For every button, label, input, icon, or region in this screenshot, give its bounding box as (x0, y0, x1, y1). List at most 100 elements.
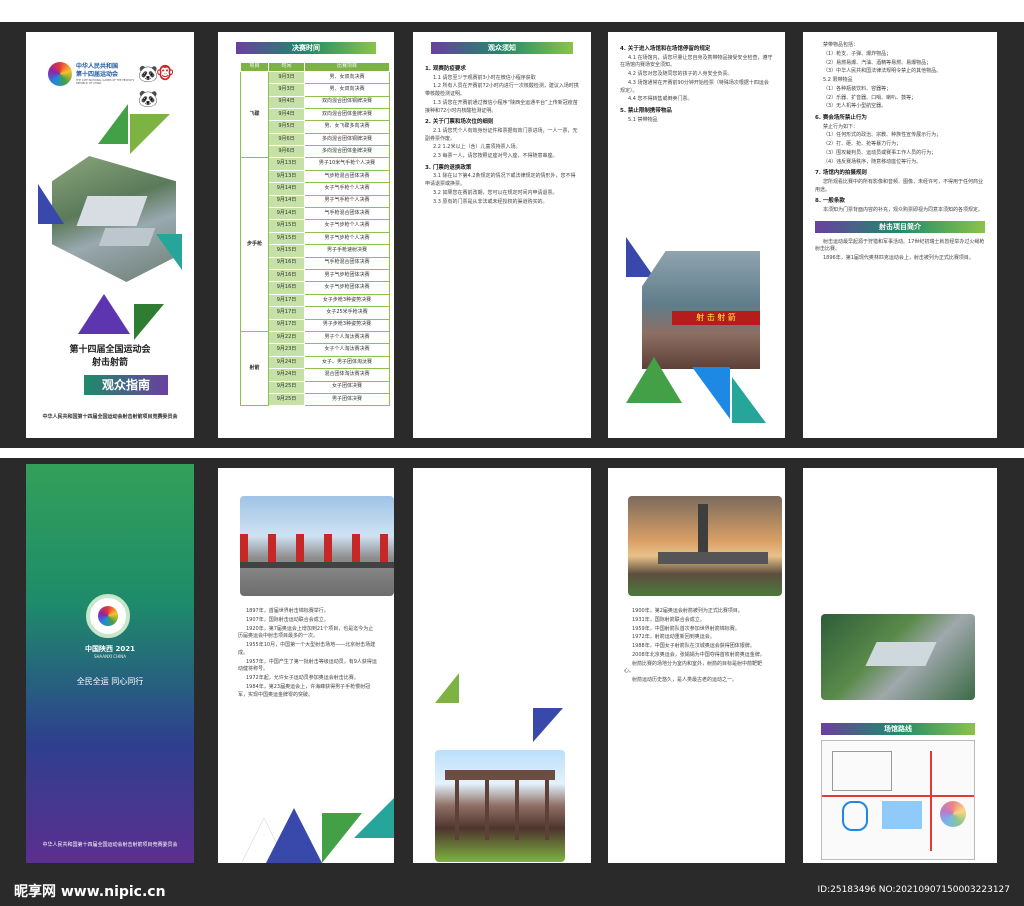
event-cell: 气步枪混合团体决赛 (304, 169, 390, 184)
venue-gate-photo: 射 击 射 箭 (642, 251, 760, 369)
paragraph: 1900年，第2届奥运会射箭被列为正式比赛项目。 (632, 608, 743, 614)
paragraph: 2.3 每票一人，请您按照证座对号入座，不得随意串座。 (433, 153, 558, 160)
audience-guide-badge: 观众指南 (84, 375, 168, 395)
paragraph: （2）易燃易爆、汽油、酒精等易燃、易爆物品； (823, 59, 932, 66)
date-cell: 9月17日 (268, 318, 305, 332)
cover-title-line1: 第十四届全国运动会 (69, 345, 151, 355)
date-cell: 9月24日 (268, 368, 305, 382)
logo-text-en: THE 14TH NATIONAL GAMES OF THE PEOPLE'S … (76, 79, 135, 85)
paragraph: 4.2 请您对您及随同您的孩子的人身安全负责。 (628, 71, 733, 78)
deco-triangle (130, 114, 170, 154)
event-cell: 男子气手枪个人决赛 (304, 194, 390, 209)
paragraph: 1957年，中国产生了第一批射击等级运动员，有9人获得运动健将称号。 (238, 658, 377, 673)
event-cell: 女子气步枪团体决赛 (304, 281, 390, 295)
date-cell: 9月5日 (268, 120, 305, 134)
date-cell: 9月14日 (268, 194, 305, 209)
date-cell: 9月13日 (268, 157, 305, 171)
mascot-icon: 🐼🐵🐼 (138, 64, 174, 108)
date-cell: 9月24日 (268, 355, 305, 370)
event-cell: 双向混合团体金牌决赛 (304, 107, 390, 122)
date-cell: 9月13日 (268, 169, 305, 184)
event-cell: 气手枪混合团体决赛 (304, 256, 390, 271)
date-cell: 9月15日 (268, 219, 305, 233)
date-cell: 9月25日 (268, 380, 305, 394)
paragraph: 1972年，射箭运动重新回到奥运会。 (632, 634, 715, 641)
section-title: 2. 关于门票和场次位的细则 (425, 119, 494, 126)
paragraph: 射箭比赛的场地分为室内和室外，射箭的目标是射中箭靶靶心。 (624, 660, 763, 675)
paragraph: （3）围攻裁判员、运动员或赛事工作人员的行为； (823, 149, 937, 156)
table-row: 射箭 9月22日 男子个人淘汰赛决赛 (240, 330, 390, 407)
section-title: 3. 门票的退换政策 (425, 164, 472, 171)
date-cell: 9月6日 (268, 145, 305, 159)
section-title: 8. 一般条款 (815, 198, 845, 205)
watermark-bar: 昵享网 www.nipic.cn ID:25183496 NO:20210907… (0, 873, 1024, 906)
event-cell: 多向混合团体铜牌决赛 (304, 132, 390, 147)
group-cell: 步手枪 (240, 157, 269, 332)
col-header: 项目 (240, 62, 269, 72)
event-cell: 女子步枪3种姿势决赛 (304, 293, 390, 308)
paragraph: 5.2 限带物品 (823, 77, 853, 83)
event-cell: 男子步枪3种姿势决赛 (304, 318, 390, 332)
event-cell: 男子气步枪团体决赛 (304, 268, 390, 283)
date-cell: 9月25日 (268, 392, 305, 407)
paragraph: 1897年，首届世界射击锦标赛举行。 (246, 608, 329, 614)
walkway-photo (435, 750, 565, 862)
table-row: 步手枪 9月13日 男子10米气手枪个人决赛 (240, 157, 390, 332)
paragraph: 1.3 请您在开赛前通过微信小程序“陕西全运通平台”上传新冠疫苗接种和72小时内… (425, 99, 578, 114)
paragraph: 1920年，第7届奥运会上增加到21个项目，也是迄今为止历届奥运会中射击项目最多… (238, 625, 374, 640)
paragraph: 1.2 所有人员在开赛前72小时内进行一次核酸检测，建议入场时携带核酸检测证明。 (425, 83, 579, 98)
venue-collage: 射 击 射 箭 (626, 237, 770, 427)
deco-triangle (435, 673, 459, 703)
paragraph: 2.1 请您凭个人有效身份证件和票据有效门票进场，一人一票，无副券票作废。 (425, 127, 578, 142)
event-cell: 男子10米气手枪个人决赛 (304, 157, 390, 171)
group-cell: 射箭 (240, 330, 269, 407)
paragraph: 3.1 除在以下第4.2条规定的情况下或法律规定的情形外，您不得申请退票或换票。 (425, 173, 576, 188)
paragraph: 1.1 请您至少于观赛前3小时在微信小程序获取 (433, 74, 536, 81)
back-cover-panel: 中国陕西 2021 SHAANXI CHINA 全民全运 同心同行 中华人民共和… (26, 464, 194, 863)
section-title: 1. 观赛防疫要求 (425, 66, 466, 72)
venue-arches-photo (240, 496, 394, 596)
deco-triangle (266, 808, 322, 863)
paragraph: 1955年10月，中国第一个大型射击场地——北京射击场建成。 (238, 642, 376, 656)
slogan: 全民全运 同心同行 (76, 677, 144, 686)
back-organizer: 中华人民共和国第十四届全国运动会射击射箭项目竞赛委员会 (42, 842, 178, 848)
paragraph: （1）各种瓶装饮料、容器等； (823, 85, 892, 92)
watermark-id: ID:25183496 NO:20210907150003223127 (817, 885, 1011, 895)
event-cell: 女子气步枪个人决赛 (304, 219, 390, 233)
date-cell: 9月23日 (268, 343, 305, 357)
history2-body: 1900年，第2届奥运会射箭被列为正式比赛项目。 1931年，国际射箭联合会成立… (624, 608, 769, 686)
rules2-body: 禁带物品包括： （1）枪支、子弹、爆炸物品； （2）易燃易爆、汽油、酒精等易燃、… (815, 42, 985, 264)
deco-triangle (38, 184, 64, 224)
paragraph: 2.2 1.2米以上（含）儿童须持票入场。 (433, 144, 521, 151)
event-cell: 男、女双向决赛 (304, 70, 390, 85)
date-cell: 9月16日 (268, 256, 305, 271)
date-cell: 9月16日 (268, 281, 305, 295)
event-cell: 双向混合团体铜牌决赛 (304, 95, 390, 109)
date-cell: 9月22日 (268, 330, 305, 345)
paragraph: 禁止行为如下： (823, 123, 859, 130)
event-cell: 男、女双向决赛 (304, 83, 390, 97)
paragraph: （3）中华人民共和国法律法规明令禁止的其他物品。 (823, 68, 942, 75)
event-cell: 女子气手枪个人决赛 (304, 182, 390, 196)
deco-triangle (134, 304, 164, 340)
col-header: 比赛项目 (304, 62, 390, 72)
paragraph: 3.3 原有的门票是从非法或未经授权的渠道购买的。 (433, 198, 548, 205)
deco-triangle (626, 357, 682, 403)
paragraph: （3）无人机等小型航空器。 (823, 103, 887, 110)
paragraph: 4.4 您不得转售或倒卖门票。 (628, 96, 693, 103)
deco-triangle (533, 708, 563, 742)
paragraph: （2）打、砸、抢、抢等暴力行为； (823, 141, 902, 148)
deco-triangle (732, 377, 766, 423)
cover-panel: 中华人民共和国 第十四届运动会 THE 14TH NATIONAL GAMES … (26, 32, 194, 438)
paragraph: 4.1 在场馆内，请您尽量让您自身及携带物品接受安全检查，遵守在场馆内赛场安全须… (620, 54, 773, 69)
paragraph: 1972年起，允许女子运动员参加奥运会射击比赛。 (246, 675, 359, 681)
logo-sub-en: SHAANXI CHINA (93, 654, 127, 659)
section-title: 7. 场馆内的拍摄规则 (815, 170, 867, 177)
paragraph: （1）枪支、子弹、爆炸物品； (823, 50, 892, 57)
event-cell: 男子个人淘汰赛决赛 (304, 330, 390, 345)
event-cell: 男、女飞碟多向决赛 (304, 120, 390, 134)
deco-triangle (626, 237, 654, 277)
event-cell: 女子团体决赛 (304, 380, 390, 394)
deco-triangle (692, 367, 730, 419)
deco-triangle (354, 798, 394, 838)
